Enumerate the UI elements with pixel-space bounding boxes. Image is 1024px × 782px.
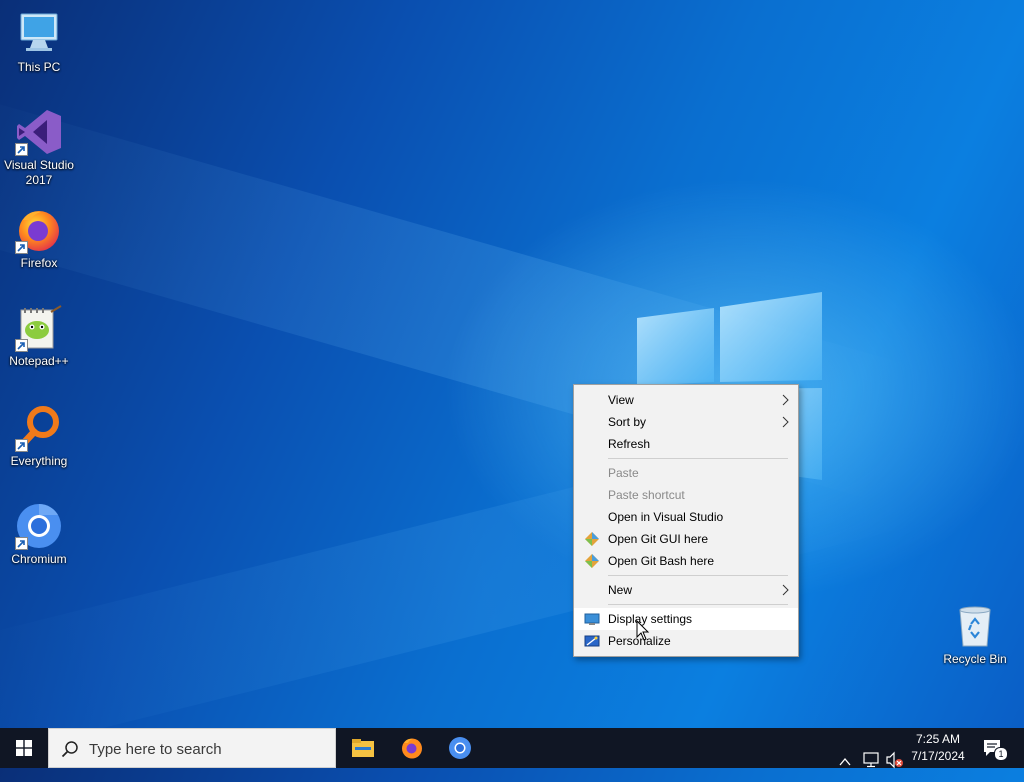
- taskbar-file-explorer[interactable]: [338, 728, 386, 768]
- this-pc-icon: [20, 13, 58, 51]
- desktop-icon-notepadpp[interactable]: Notepad++: [1, 304, 77, 369]
- menu-item-paste: Paste: [574, 462, 798, 484]
- desktop-icon-firefox[interactable]: Firefox: [1, 206, 77, 271]
- desktop-icon-label: Chromium: [11, 552, 67, 566]
- menu-item-label: Sort by: [608, 415, 647, 429]
- menu-item-label: Open Git GUI here: [608, 532, 709, 546]
- chevron-right-icon: [782, 584, 789, 596]
- windows-logo-icon: [16, 740, 32, 756]
- taskbar-clock[interactable]: 7:25 AM 7/17/2024: [906, 731, 970, 765]
- menu-item-label: Open in Visual Studio: [608, 510, 724, 524]
- taskbar-search-box[interactable]: Type here to search: [48, 728, 336, 768]
- notification-count-badge: 1: [994, 747, 1008, 761]
- menu-item-view[interactable]: View: [574, 389, 798, 411]
- menu-item-sort-by[interactable]: Sort by: [574, 411, 798, 433]
- menu-item-label: Refresh: [608, 437, 651, 451]
- search-icon: [61, 741, 78, 758]
- personalize-icon: [584, 635, 600, 647]
- shortcut-arrow-icon: [15, 537, 28, 550]
- taskbar: Type here to search 7:25 AM 7/17/2024 1: [0, 728, 1024, 769]
- menu-separator: [608, 604, 788, 605]
- menu-item-label: Display settings: [608, 612, 693, 626]
- desktop-context-menu: View Sort by Refresh Paste Paste shortcu…: [573, 384, 799, 657]
- chevron-right-icon: [782, 416, 789, 428]
- show-hidden-icons-chevron-icon[interactable]: [838, 742, 852, 782]
- taskbar-chromium[interactable]: [436, 728, 484, 768]
- display-icon: [584, 613, 600, 625]
- menu-item-paste-shortcut: Paste shortcut: [574, 484, 798, 506]
- network-icon[interactable]: [862, 740, 880, 780]
- menu-item-label: New: [608, 583, 633, 597]
- clock-time: 7:25 AM: [915, 732, 961, 746]
- desktop-icon-chromium[interactable]: Chromium: [1, 502, 77, 567]
- menu-item-open-in-visual-studio[interactable]: Open in Visual Studio: [574, 506, 798, 528]
- desktop-icon-label: Firefox: [20, 256, 58, 270]
- shortcut-arrow-icon: [15, 439, 28, 452]
- start-button[interactable]: [0, 728, 48, 768]
- git-icon: [585, 554, 599, 568]
- clock-date: 7/17/2024: [911, 749, 965, 763]
- mouse-pointer-icon: [636, 620, 650, 641]
- desktop-icon-label: Notepad++: [9, 354, 69, 368]
- desktop-icon-visual-studio[interactable]: Visual Studio 2017: [1, 108, 77, 188]
- menu-item-label: View: [608, 393, 634, 407]
- menu-item-label: Open Git Bash here: [608, 554, 715, 568]
- shortcut-arrow-icon: [15, 143, 28, 156]
- menu-item-refresh[interactable]: Refresh: [574, 433, 798, 455]
- search-placeholder: Type here to search: [89, 741, 222, 758]
- git-icon: [585, 532, 599, 546]
- volume-muted-icon[interactable]: [886, 740, 904, 780]
- chromium-icon: [449, 737, 471, 759]
- desktop-icon-this-pc[interactable]: This PC: [1, 10, 77, 75]
- action-center-button[interactable]: 1: [980, 736, 1008, 761]
- desktop-icon-label: This PC: [17, 60, 61, 74]
- menu-separator: [608, 575, 788, 576]
- menu-item-display-settings[interactable]: Display settings: [574, 608, 798, 630]
- menu-separator: [608, 458, 788, 459]
- menu-item-open-git-gui[interactable]: Open Git GUI here: [574, 528, 798, 550]
- chevron-right-icon: [782, 394, 789, 406]
- menu-item-label: Paste: [608, 466, 639, 480]
- menu-item-new[interactable]: New: [574, 579, 798, 601]
- desktop-icon-label: Visual Studio 2017: [4, 158, 74, 187]
- menu-item-open-git-bash[interactable]: Open Git Bash here: [574, 550, 798, 572]
- desktop-icon-everything[interactable]: Everything: [1, 404, 77, 469]
- menu-item-label: Paste shortcut: [608, 488, 685, 502]
- desktop-icon-label: Recycle Bin: [943, 652, 1007, 666]
- menu-item-personalize[interactable]: Personalize: [574, 630, 798, 652]
- file-explorer-icon: [352, 739, 374, 757]
- shortcut-arrow-icon: [15, 241, 28, 254]
- desktop-icon-label: Everything: [10, 454, 68, 468]
- taskbar-firefox[interactable]: [388, 728, 436, 768]
- recycle-bin-icon: [959, 606, 991, 647]
- desktop-icon-recycle-bin[interactable]: Recycle Bin: [937, 602, 1013, 667]
- firefox-icon: [402, 738, 422, 759]
- shortcut-arrow-icon: [15, 339, 28, 352]
